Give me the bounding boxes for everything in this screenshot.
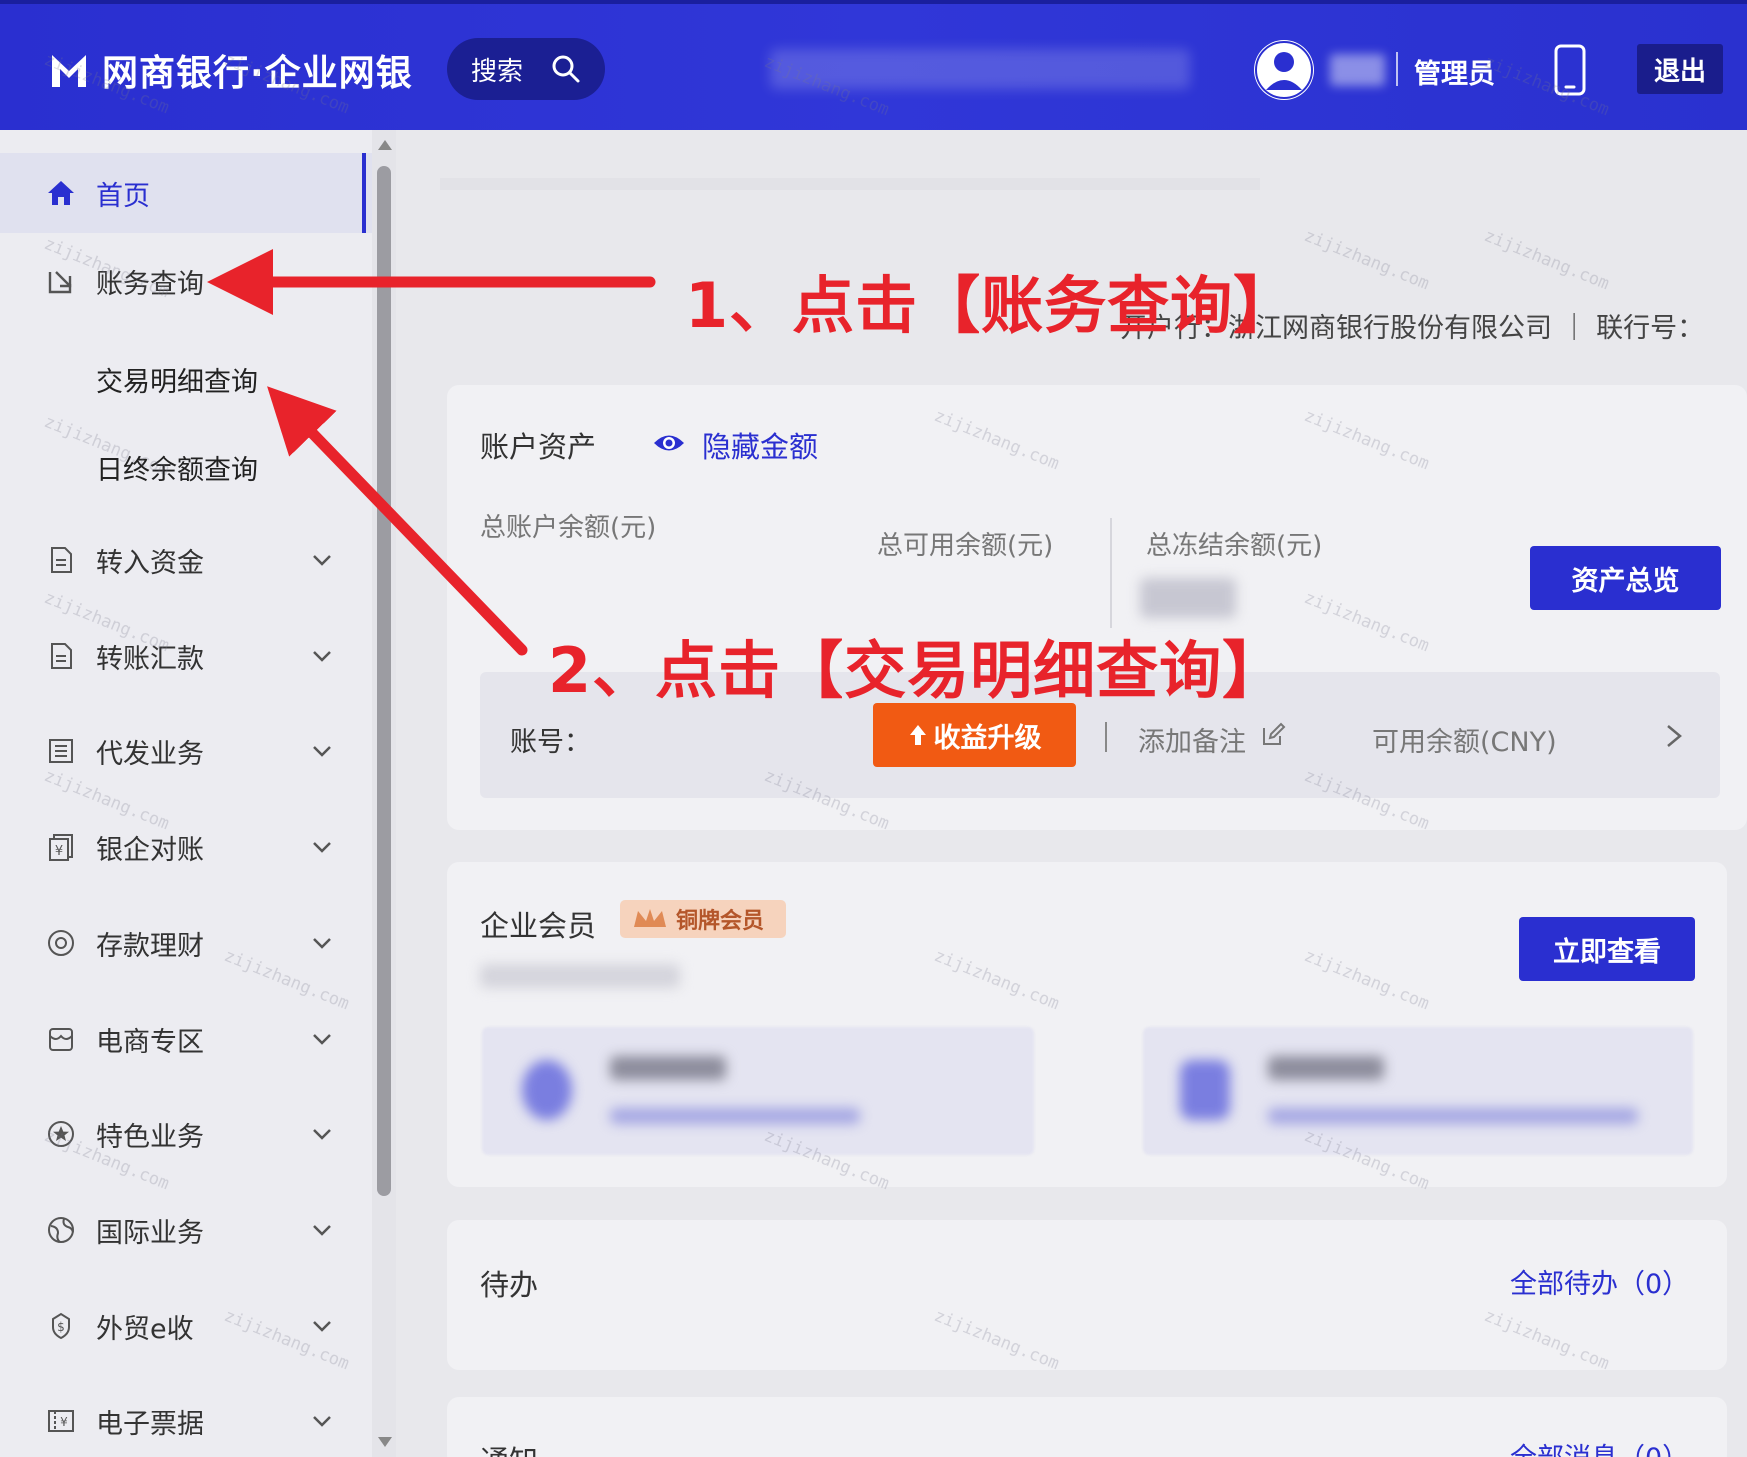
home-icon bbox=[48, 181, 74, 205]
sidebar-item-label: 存款理财 bbox=[96, 930, 204, 962]
search-icon bbox=[552, 55, 580, 83]
sidebar-sub-transaction-detail[interactable]: 交易明细查询 bbox=[96, 360, 258, 399]
sidebar-item-label: 银企对账 bbox=[96, 834, 204, 866]
hide-amount-toggle[interactable]: 隐藏金额 bbox=[702, 424, 818, 466]
crown-icon bbox=[634, 909, 666, 927]
dollar-shield-icon: $ bbox=[52, 1312, 70, 1340]
member-level-badge: 铜牌会员 bbox=[620, 900, 786, 938]
available-balance-label: 总可用余额(元) bbox=[877, 531, 1054, 561]
scrollbar-thumb[interactable] bbox=[377, 166, 391, 1196]
account-number-label: 账号： bbox=[510, 727, 591, 758]
chevron-down-icon bbox=[313, 651, 331, 662]
sidebar-item-e-bill[interactable]: ¥ 电子票据 bbox=[0, 1381, 372, 1457]
sidebar-item-international[interactable]: 国际业务 bbox=[0, 1190, 372, 1270]
sidebar-item-home[interactable]: 首页 bbox=[0, 153, 372, 233]
target-icon bbox=[48, 930, 74, 956]
watermark: zijizhang.com bbox=[1481, 225, 1612, 295]
total-balance-label: 总账户余额(元) bbox=[480, 513, 657, 543]
sidebar-item-reconciliation[interactable]: ¥ 银企对账 bbox=[0, 807, 372, 887]
sidebar-item-deposit-in[interactable]: 转入资金 bbox=[0, 520, 372, 600]
sidebar-item-label: 国际业务 bbox=[96, 1217, 204, 1249]
frozen-balance-label: 总冻结余额(元) bbox=[1146, 531, 1323, 561]
redacted-perk-title bbox=[610, 1056, 726, 1080]
redacted-user-name bbox=[1330, 54, 1385, 86]
shop-icon bbox=[49, 1028, 73, 1051]
chevron-down-icon bbox=[313, 1225, 331, 1236]
view-now-button[interactable]: 立即查看 bbox=[1519, 917, 1695, 981]
todo-title: 待办 bbox=[480, 1268, 539, 1302]
scroll-down-arrow-icon[interactable] bbox=[378, 1437, 392, 1447]
annotation-step-1: 1、点击【账务查询】 bbox=[685, 269, 1297, 342]
notice-title: 通知 bbox=[480, 1438, 538, 1457]
sidebar-item-label: 电商专区 bbox=[96, 1026, 204, 1058]
export-icon bbox=[48, 271, 72, 294]
member-title: 企业会员 bbox=[480, 909, 597, 943]
assets-title: 账户资产 bbox=[480, 430, 597, 464]
sidebar-item-label: 外贸e收 bbox=[96, 1313, 194, 1345]
ticket-icon: ¥ bbox=[48, 1410, 74, 1432]
chevron-down-icon bbox=[313, 1416, 331, 1427]
perk-icon bbox=[522, 1060, 572, 1120]
sidebar-item-label: 代发业务 bbox=[96, 738, 204, 770]
yield-upgrade-button[interactable]: 收益升级 bbox=[873, 703, 1076, 767]
active-indicator bbox=[362, 153, 366, 233]
welcome-banner-placeholder bbox=[440, 178, 1260, 190]
all-todo-link[interactable]: 全部待办（0） bbox=[1510, 1262, 1689, 1301]
chevron-down-icon bbox=[313, 1129, 331, 1140]
add-note-link[interactable]: 添加备注 bbox=[1138, 720, 1246, 759]
available-cny-label: 可用余额(CNY) bbox=[1372, 727, 1557, 758]
redacted-member-text bbox=[480, 964, 680, 988]
eye-icon[interactable] bbox=[652, 430, 686, 456]
sidebar-item-label: 首页 bbox=[96, 180, 150, 212]
watermark: zijizhang.com bbox=[1301, 225, 1432, 295]
user-icon bbox=[1255, 41, 1313, 99]
redacted-perk-desc bbox=[1268, 1108, 1638, 1124]
sidebar-item-label: 转入资金 bbox=[96, 547, 204, 579]
globe-icon bbox=[48, 1217, 74, 1243]
scroll-up-arrow-icon[interactable] bbox=[378, 140, 392, 150]
sidebar-item-savings[interactable]: 存款理财 bbox=[0, 903, 372, 983]
document-icon bbox=[51, 643, 72, 669]
chevron-down-icon bbox=[313, 842, 331, 853]
chevron-down-icon bbox=[313, 746, 331, 757]
divider bbox=[1105, 722, 1107, 752]
chevron-right-icon[interactable] bbox=[1662, 722, 1686, 750]
avatar[interactable] bbox=[1254, 40, 1314, 100]
list-icon bbox=[49, 739, 73, 763]
svg-text:¥: ¥ bbox=[60, 1415, 68, 1429]
logout-button[interactable]: 退出 bbox=[1637, 44, 1723, 94]
badge-label: 铜牌会员 bbox=[676, 909, 765, 934]
sidebar-item-ecommerce[interactable]: 电商专区 bbox=[0, 999, 372, 1079]
redacted-frozen-amount bbox=[1140, 578, 1236, 618]
sidebar-item-label: 电子票据 bbox=[96, 1408, 204, 1440]
sidebar-item-label: 特色业务 bbox=[96, 1121, 204, 1153]
assets-overview-button[interactable]: 资产总览 bbox=[1530, 546, 1721, 610]
header-divider bbox=[1396, 52, 1398, 86]
all-notice-link[interactable]: 全部消息（0） bbox=[1510, 1436, 1689, 1457]
svg-text:$: $ bbox=[57, 1320, 65, 1334]
sidebar-item-transfer[interactable]: 转账汇款 bbox=[0, 616, 372, 696]
chevron-down-icon bbox=[313, 1034, 331, 1045]
svg-text:¥: ¥ bbox=[55, 844, 63, 859]
document-icon bbox=[51, 547, 72, 573]
chevron-down-icon bbox=[313, 1321, 331, 1332]
divider bbox=[1110, 518, 1112, 628]
edit-icon[interactable] bbox=[1260, 722, 1286, 748]
chevron-down-icon bbox=[313, 938, 331, 949]
chevron-down-icon bbox=[313, 555, 331, 566]
upgrade-label: 收益升级 bbox=[933, 722, 1042, 754]
annotation-step-2: 2、点击【交易明细查询】 bbox=[548, 634, 1286, 707]
search-label: 搜索 bbox=[471, 56, 524, 87]
perk-icon bbox=[1180, 1060, 1230, 1120]
redacted-perk-title bbox=[1268, 1056, 1384, 1080]
arrow-up-icon bbox=[909, 725, 926, 745]
yen-doc-icon: ¥ bbox=[49, 834, 73, 861]
search-button[interactable]: 搜索 bbox=[447, 38, 605, 100]
admin-label: 管理员 bbox=[1414, 59, 1495, 90]
redacted-perk-desc bbox=[610, 1108, 860, 1124]
